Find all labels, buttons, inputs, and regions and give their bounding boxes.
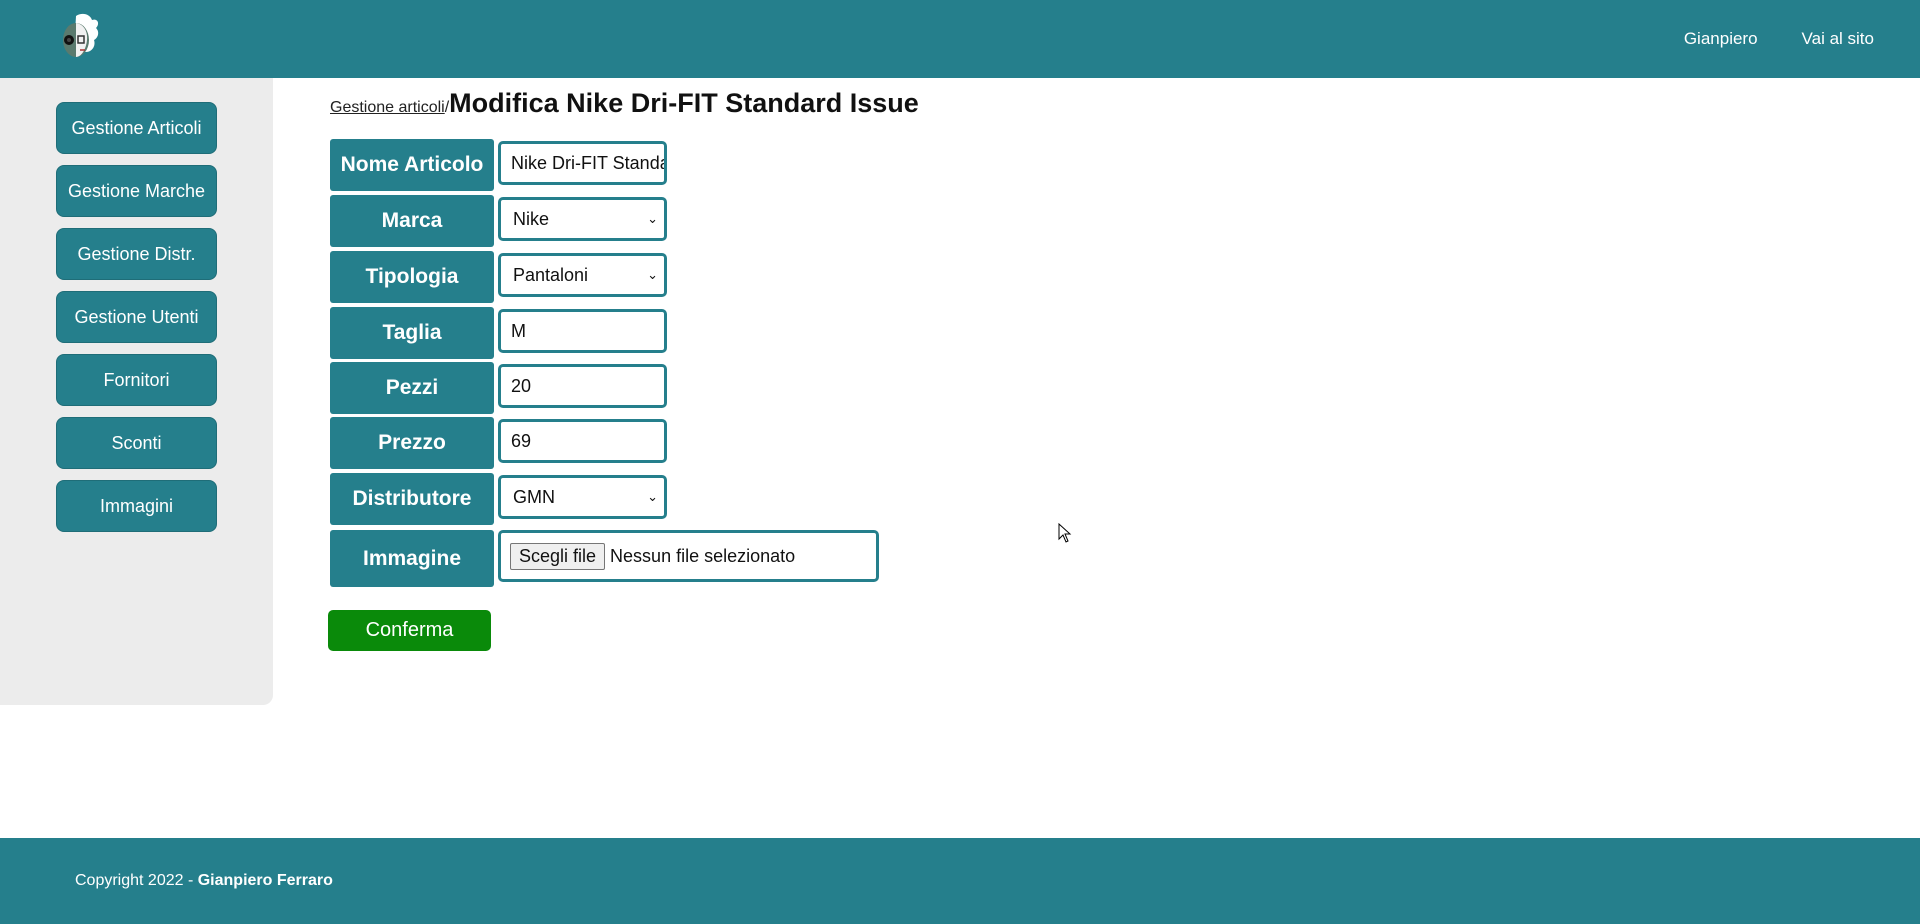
- label-taglia: Taglia: [330, 307, 494, 359]
- sidebar: Gestione Articoli Gestione Marche Gestio…: [0, 78, 273, 705]
- breadcrumb-link[interactable]: Gestione articoli: [330, 99, 445, 117]
- sidebar-item-fornitori[interactable]: Fornitori: [56, 354, 217, 406]
- header-nav: Gianpiero Vai al sito: [1684, 0, 1874, 78]
- footer-copyright: Copyright 2022 - Gianpiero Ferraro: [75, 872, 333, 890]
- confirm-button[interactable]: Conferma: [328, 610, 491, 651]
- prezzo-input[interactable]: 69: [498, 419, 667, 463]
- sidebar-item-gestione-utenti[interactable]: Gestione Utenti: [56, 291, 217, 343]
- label-marca: Marca: [330, 195, 494, 247]
- mouse-cursor-icon: [1058, 522, 1072, 543]
- sidebar-item-immagini[interactable]: Immagini: [56, 480, 217, 532]
- choose-file-button[interactable]: Scegli file: [510, 542, 606, 570]
- distributore-selected-value: GMN: [513, 486, 555, 507]
- breadcrumb: Gestione articoli / Modifica Nike Dri-FI…: [330, 88, 919, 119]
- sidebar-item-gestione-articoli[interactable]: Gestione Articoli: [56, 102, 217, 154]
- footer-author: Gianpiero Ferraro: [197, 872, 333, 889]
- nome-articolo-input[interactable]: Nike Dri-FIT Standard Issue: [498, 141, 667, 185]
- avatar-logo-icon[interactable]: [54, 10, 104, 66]
- label-prezzo: Prezzo: [330, 417, 494, 469]
- distributore-select[interactable]: GMN ⌄: [498, 475, 667, 519]
- marca-select[interactable]: Nike ⌄: [498, 197, 667, 241]
- chevron-down-icon: ⌄: [647, 489, 658, 504]
- label-nome-articolo: Nome Articolo: [330, 139, 494, 191]
- label-tipologia: Tipologia: [330, 251, 494, 303]
- page: Gianpiero Vai al sito Gestione Articoli …: [0, 0, 1920, 924]
- label-immagine: Immagine: [330, 530, 494, 587]
- pezzi-input[interactable]: 20: [498, 364, 667, 408]
- sidebar-item-gestione-marche[interactable]: Gestione Marche: [56, 165, 217, 217]
- footer-copyright-prefix: Copyright 2022 -: [75, 872, 198, 889]
- tipologia-select[interactable]: Pantaloni ⌄: [498, 253, 667, 297]
- label-pezzi: Pezzi: [330, 362, 494, 414]
- sidebar-item-sconti[interactable]: Sconti: [56, 417, 217, 469]
- marca-selected-value: Nike: [513, 208, 550, 229]
- page-title: Modifica Nike Dri-FIT Standard Issue: [449, 88, 919, 118]
- immagine-file-input[interactable]: Scegli file Nessun file selezionato: [498, 530, 879, 582]
- tipologia-selected-value: Pantaloni: [513, 264, 589, 285]
- chevron-down-icon: ⌄: [647, 267, 658, 282]
- user-link[interactable]: Gianpiero: [1684, 29, 1758, 49]
- visit-site-link[interactable]: Vai al sito: [1802, 29, 1874, 49]
- label-distributore: Distributore: [330, 473, 494, 525]
- top-header: Gianpiero Vai al sito: [0, 0, 1920, 78]
- file-status-text: Nessun file selezionato: [610, 545, 796, 566]
- footer: Copyright 2022 - Gianpiero Ferraro: [0, 838, 1920, 924]
- chevron-down-icon: ⌄: [647, 211, 658, 226]
- sidebar-item-gestione-distr[interactable]: Gestione Distr.: [56, 228, 217, 280]
- taglia-input[interactable]: M: [498, 309, 667, 353]
